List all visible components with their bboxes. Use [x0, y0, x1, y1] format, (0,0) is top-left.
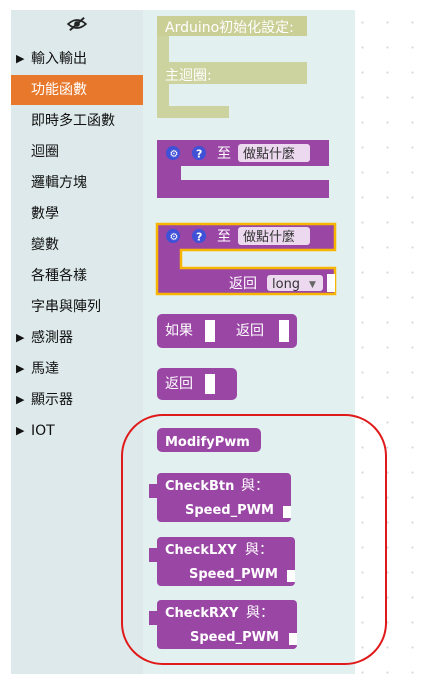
check-rxy-with-label: 與： — [246, 605, 274, 621]
toolbox-category[interactable]: ▶ IOT — [11, 416, 143, 446]
svg-text:⚙: ⚙ — [170, 149, 179, 160]
toolbox-category-label: 輸入輸出 — [31, 51, 87, 67]
toolbox-category-label: 顯示器 — [31, 392, 73, 408]
toolbox-category[interactable]: 功能函數 — [11, 75, 143, 105]
expand-arrow-icon: ▶ — [16, 362, 25, 375]
if-return-block[interactable]: 如果 返回 — [157, 314, 297, 348]
modify-pwm-block[interactable]: ModifyPwm — [157, 428, 261, 452]
svg-text:做點什麼: 做點什麼 — [243, 230, 295, 245]
expand-arrow-icon: ▶ — [16, 393, 25, 406]
toolbox-category-label: 馬達 — [31, 361, 59, 377]
return-block[interactable]: 返回 — [157, 368, 237, 400]
check-lxy-param: Speed_PWM — [189, 567, 278, 582]
toolbox-category[interactable]: ▶ 顯示器 — [11, 385, 143, 415]
check-btn-block[interactable]: CheckBtn 與： Speed_PWM — [149, 473, 291, 522]
modify-pwm-label: ModifyPwm — [165, 435, 250, 450]
block-flyout: Arduino初始化設定: 主迴圈: ⚙ ? 至 做點什麼 ⚙ ? 至 做點什麼… — [143, 10, 355, 674]
check-lxy-with-label: 與： — [245, 542, 273, 558]
toolbox-category-label: 迴圈 — [31, 144, 59, 160]
check-btn-param: Speed_PWM — [185, 503, 274, 518]
svg-text:long: long — [272, 277, 300, 292]
arduino-setup-loop-block[interactable]: Arduino初始化設定: 主迴圈: — [157, 16, 307, 118]
svg-text:做點什麼: 做點什麼 — [243, 147, 295, 162]
procedure-definition-block[interactable]: ⚙ ? 至 做點什麼 — [157, 140, 329, 198]
loop-label: 主迴圈: — [165, 68, 212, 84]
toolbox-category-label: 各種各樣 — [31, 268, 87, 284]
toolbox-category[interactable]: 數學 — [11, 199, 143, 229]
toolbox-category[interactable]: 邏輯方塊 — [11, 168, 143, 198]
expand-arrow-icon: ▶ — [16, 424, 25, 437]
toolbox-category-label: 邏輯方塊 — [31, 175, 87, 191]
setup-label: Arduino初始化設定: — [165, 19, 294, 36]
check-btn-label: CheckBtn — [165, 479, 234, 494]
chevron-down-icon: ▼ — [309, 280, 316, 290]
expand-arrow-icon: ▶ — [16, 331, 25, 344]
toolbox-category[interactable]: ▶ 輸入輸出 — [11, 44, 143, 74]
toolbox-category[interactable]: ▶ 馬達 — [11, 354, 143, 384]
check-rxy-label: CheckRXY — [165, 606, 239, 621]
toolbox-category[interactable]: 變數 — [11, 230, 143, 260]
proc-return-label: 返回 — [229, 276, 257, 292]
svg-text:?: ? — [196, 148, 202, 161]
toolbox-category-label: IOT — [31, 423, 55, 439]
svg-text:⚙: ⚙ — [170, 232, 179, 243]
toolbox-category-label: 即時多工函數 — [31, 113, 115, 129]
if-label: 如果 — [165, 323, 193, 339]
toolbox-category-label: 數學 — [31, 206, 59, 222]
check-lxy-block[interactable]: CheckLXY 與： Speed_PWM — [149, 537, 295, 586]
return-label: 返回 — [165, 376, 193, 392]
toolbox-category-label: 字串與陣列 — [31, 299, 101, 315]
expand-arrow-icon: ▶ — [16, 52, 25, 65]
toolbox-category[interactable]: ▶ 感測器 — [11, 323, 143, 353]
toolbox-category-label: 功能函數 — [31, 82, 87, 98]
eye-slash-icon[interactable] — [66, 16, 88, 32]
toolbox-category[interactable]: 即時多工函數 — [11, 106, 143, 136]
check-rxy-param: Speed_PWM — [190, 630, 279, 645]
proc-to-label: 至 — [217, 146, 231, 162]
check-lxy-label: CheckLXY — [165, 543, 237, 558]
procedure-with-return-block[interactable]: ⚙ ? 至 做點什麼 返回 long ▼ — [155, 222, 337, 296]
check-btn-with-label: 與： — [241, 478, 269, 494]
toolbox-category[interactable]: 字串與陣列 — [11, 292, 143, 322]
check-rxy-block[interactable]: CheckRXY 與： Speed_PWM — [149, 600, 297, 649]
toolbox-category[interactable]: 各種各樣 — [11, 261, 143, 291]
toolbox-category-label: 感測器 — [31, 330, 73, 346]
toolbox-category-label: 變數 — [31, 237, 59, 253]
toolbox: ▶ 輸入輸出功能函數即時多工函數 迴圈邏輯方塊數學變數各種各樣字串與陣列 ▶ 感測器 ▶ 馬… — [11, 10, 143, 674]
if-return-label: 返回 — [236, 323, 264, 339]
svg-text:?: ? — [196, 231, 202, 244]
proc-return-to-label: 至 — [217, 229, 231, 245]
toolbox-category[interactable]: 迴圈 — [11, 137, 143, 167]
